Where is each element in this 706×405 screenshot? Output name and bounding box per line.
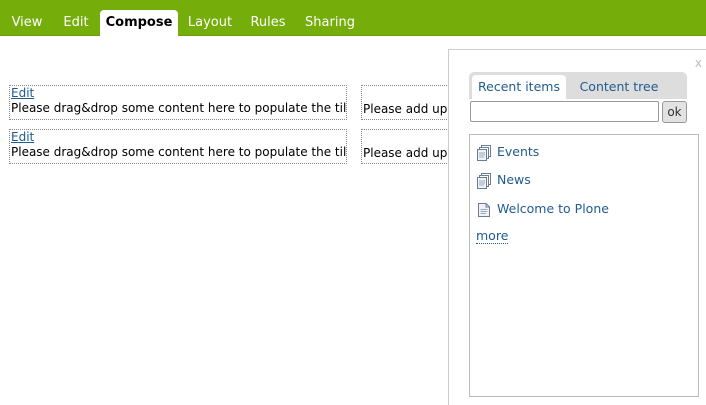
tile-placeholder-text: Please add up bbox=[363, 146, 448, 160]
tab-content-tree[interactable]: Content tree bbox=[569, 75, 669, 99]
document-icon bbox=[477, 202, 491, 218]
tile-placeholder-text: Please add up bbox=[363, 102, 448, 116]
content-tile[interactable]: Edit Please drag&drop some content here … bbox=[9, 129, 347, 164]
list-item[interactable]: Events bbox=[477, 143, 539, 161]
tab-edit[interactable]: Edit bbox=[54, 10, 98, 36]
tab-compose[interactable]: Compose bbox=[100, 10, 178, 36]
list-item-label: News bbox=[497, 172, 531, 187]
edit-toolbar: View Edit Compose Layout Rules Sharing bbox=[0, 0, 706, 36]
content-tile[interactable]: Please add up bbox=[361, 85, 451, 120]
content-tile[interactable]: Edit Please drag&drop some content here … bbox=[9, 85, 347, 120]
content-browser-panel: x Recent items Content tree ok Events Ne… bbox=[448, 49, 706, 405]
tile-placeholder-text: Please drag&drop some content here to po… bbox=[11, 101, 346, 115]
list-item-label: Events bbox=[497, 144, 540, 159]
ok-button[interactable]: ok bbox=[662, 101, 687, 123]
tile-edit-link[interactable]: Edit bbox=[11, 86, 346, 100]
tab-layout[interactable]: Layout bbox=[180, 10, 240, 36]
tile-edit-link[interactable]: Edit bbox=[11, 130, 346, 144]
close-icon[interactable]: x bbox=[695, 56, 702, 70]
tab-recent-items[interactable]: Recent items bbox=[472, 75, 566, 99]
folder-icon bbox=[477, 144, 491, 161]
list-item[interactable]: Welcome to Plone bbox=[477, 200, 609, 218]
tile-placeholder-text: Please drag&drop some content here to po… bbox=[11, 145, 346, 159]
results-list: Events News Welcome to Plone more bbox=[469, 134, 699, 397]
tab-rules[interactable]: Rules bbox=[243, 10, 293, 36]
tab-view[interactable]: View bbox=[0, 10, 54, 36]
more-link[interactable]: more bbox=[476, 229, 509, 244]
tab-sharing[interactable]: Sharing bbox=[299, 10, 361, 36]
list-item[interactable]: News bbox=[477, 171, 531, 189]
list-item-label: Welcome to Plone bbox=[497, 201, 609, 216]
panel-tabs: Recent items Content tree bbox=[469, 72, 687, 99]
folder-icon bbox=[477, 172, 491, 189]
search-input[interactable] bbox=[470, 101, 659, 122]
content-tile[interactable]: Please add up bbox=[361, 129, 451, 164]
